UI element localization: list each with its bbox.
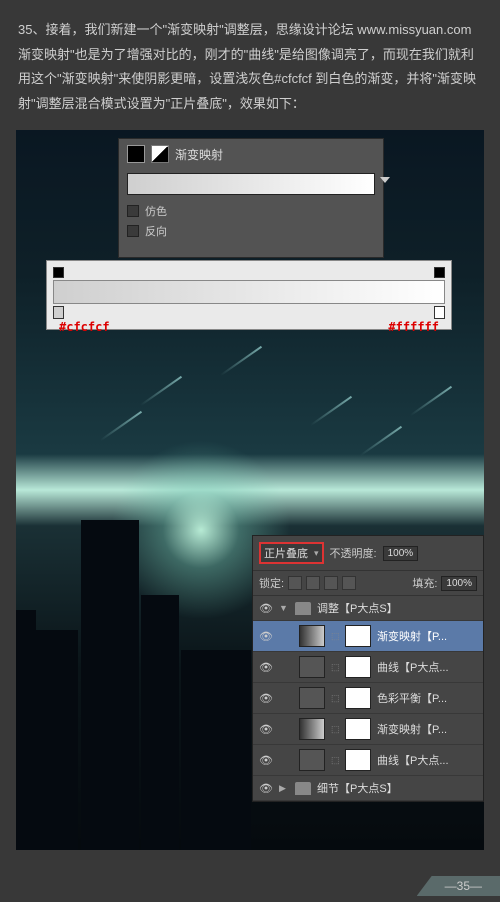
mask-swatch[interactable] xyxy=(127,145,145,163)
mask-thumb xyxy=(345,718,371,740)
reverse-checkbox[interactable] xyxy=(127,225,139,237)
chevron-down-icon[interactable]: ▼ xyxy=(279,603,289,613)
layer-row[interactable]: 👁 ⬚ 曲线【P大点... xyxy=(253,652,483,683)
folder-icon xyxy=(295,782,311,795)
layer-row[interactable]: 👁 ⬚ 渐变映射【P... xyxy=(253,621,483,652)
adjustment-thumb xyxy=(299,687,325,709)
visibility-icon[interactable]: 👁 xyxy=(259,782,273,795)
dither-label: 仿色 xyxy=(145,203,167,219)
layer-group-1[interactable]: 👁 ▼ 调整【P大点S】 xyxy=(253,596,483,621)
opacity-stop-left[interactable] xyxy=(53,267,64,278)
link-icon: ⬚ xyxy=(331,693,339,704)
visibility-icon[interactable]: 👁 xyxy=(259,630,273,643)
layer-name: 曲线【P大点... xyxy=(377,752,477,768)
visibility-icon[interactable]: 👁 xyxy=(259,754,273,767)
left-hex: #cfcfcf xyxy=(59,320,110,334)
visibility-icon[interactable]: 👁 xyxy=(259,723,273,736)
chevron-down-icon: ▾ xyxy=(314,548,319,559)
chevron-right-icon[interactable]: ▶ xyxy=(279,783,289,794)
layer-row[interactable]: 👁 ⬚ 色彩平衡【P... xyxy=(253,683,483,714)
lock-position-icon[interactable] xyxy=(324,576,338,590)
mask-thumb xyxy=(345,749,371,771)
layer-name: 渐变映射【P... xyxy=(377,721,477,737)
adjustment-thumb xyxy=(299,656,325,678)
gradient-editor: #cfcfcf #ffffff xyxy=(46,260,452,330)
right-hex: #ffffff xyxy=(388,320,439,334)
link-icon: ⬚ xyxy=(331,724,339,735)
group-name: 细节【P大点S】 xyxy=(317,780,477,796)
gradient-bar[interactable] xyxy=(53,280,445,304)
adjustment-thumb xyxy=(299,749,325,771)
opacity-label: 不透明度: xyxy=(330,545,377,561)
gradient-preview[interactable] xyxy=(127,173,375,195)
link-icon: ⬚ xyxy=(331,662,339,673)
mask-thumb xyxy=(345,687,371,709)
dither-checkbox[interactable] xyxy=(127,205,139,217)
chevron-down-icon[interactable] xyxy=(380,177,390,183)
visibility-icon[interactable]: 👁 xyxy=(259,602,273,615)
opacity-input[interactable]: 100% xyxy=(383,546,419,561)
visibility-icon[interactable]: 👁 xyxy=(259,692,273,705)
group-name: 调整【P大点S】 xyxy=(317,600,477,616)
gradient-swatch[interactable] xyxy=(151,145,169,163)
reverse-label: 反向 xyxy=(145,223,167,239)
lock-transparency-icon[interactable] xyxy=(288,576,302,590)
color-stop-left[interactable] xyxy=(53,306,64,319)
adjustment-thumb xyxy=(299,718,325,740)
mask-thumb xyxy=(345,656,371,678)
gradient-map-panel: 渐变映射 仿色 反向 xyxy=(118,138,384,258)
lock-label: 锁定: xyxy=(259,575,284,591)
lock-all-icon[interactable] xyxy=(342,576,356,590)
link-icon: ⬚ xyxy=(331,631,339,642)
opacity-stop-right[interactable] xyxy=(434,267,445,278)
link-icon: ⬚ xyxy=(331,755,339,766)
page-number-badge: —35— xyxy=(417,876,500,896)
mask-thumb xyxy=(345,625,371,647)
blend-mode-select[interactable]: 正片叠底 ▾ xyxy=(259,542,324,564)
instruction-text: 35、接着，我们新建一个"渐变映射"调整层，思缘设计论坛 www.missyua… xyxy=(0,0,500,127)
panel-title: 渐变映射 xyxy=(175,146,223,163)
layer-group-2[interactable]: 👁 ▶ 细节【P大点S】 xyxy=(253,776,483,801)
lock-pixels-icon[interactable] xyxy=(306,576,320,590)
folder-icon xyxy=(295,602,311,615)
layer-row[interactable]: 👁 ⬚ 曲线【P大点... xyxy=(253,745,483,776)
color-stop-right[interactable] xyxy=(434,306,445,319)
layer-name: 色彩平衡【P... xyxy=(377,690,477,706)
layer-row[interactable]: 👁 ⬚ 渐变映射【P... xyxy=(253,714,483,745)
fill-label: 填充: xyxy=(412,575,437,591)
adjustment-thumb xyxy=(299,625,325,647)
layer-name: 曲线【P大点... xyxy=(377,659,477,675)
layer-name: 渐变映射【P... xyxy=(377,628,477,644)
layers-panel: 正片叠底 ▾ 不透明度: 100% 锁定: 填充: 100% 👁 ▼ 调整【P大… xyxy=(252,535,484,802)
visibility-icon[interactable]: 👁 xyxy=(259,661,273,674)
fill-input[interactable]: 100% xyxy=(441,576,477,591)
